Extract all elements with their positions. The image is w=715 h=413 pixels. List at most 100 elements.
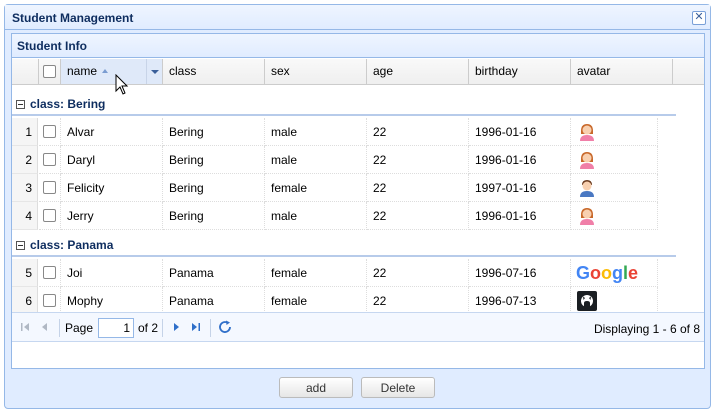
row-checkbox[interactable] [43, 294, 56, 307]
cell-class: Bering [163, 202, 265, 230]
page-label: Page [65, 321, 94, 335]
row-checkbox-cell [39, 259, 61, 287]
row-number: 1 [12, 118, 38, 146]
group-row-panama[interactable]: class: Panama [12, 233, 676, 257]
github-logo [577, 291, 597, 311]
row-checkbox-cell [39, 146, 61, 174]
row-checkbox[interactable] [43, 153, 56, 166]
page-count-label: of 2 [138, 321, 159, 335]
column-header-age[interactable]: age [367, 59, 469, 84]
google-logo: Google [576, 263, 638, 283]
cell-name: Daryl [61, 146, 163, 174]
cell-sex: male [265, 118, 367, 146]
cell-class: Bering [163, 174, 265, 202]
svg-text:Google: Google [576, 263, 638, 283]
cell-name: Jerry [61, 202, 163, 230]
column-header-birthday[interactable]: birthday [469, 59, 571, 84]
cell-age: 22 [367, 146, 469, 174]
pagination-bar: Page of 2 Displaying 1 - 6 of 8 [12, 312, 704, 342]
female-avatar-icon [580, 208, 594, 225]
cell-name: Mophy [61, 287, 163, 315]
panel-header: Student Info [12, 34, 704, 58]
dialog-footer: add Delete [5, 374, 710, 406]
window-title: Student Management [12, 11, 134, 25]
table-row[interactable]: 6 Mophy Panama female 22 1996-07-13 [12, 287, 658, 315]
female-avatar-icon [580, 152, 594, 169]
cell-sex: male [265, 146, 367, 174]
first-page-icon[interactable] [17, 319, 33, 335]
cell-avatar [571, 202, 658, 230]
cell-birthday: 1996-01-16 [469, 202, 571, 230]
cell-name: Felicity [61, 174, 163, 202]
grid-body: class: Bering 1 Alvar Bering male 22 199… [12, 86, 704, 315]
table-row[interactable]: 5 Joi Panama female 22 1996-07-16 Google [12, 259, 658, 287]
add-button[interactable]: add [279, 377, 353, 398]
male-avatar-icon [580, 180, 594, 197]
row-checkbox[interactable] [43, 181, 56, 194]
pager-separator [162, 319, 163, 337]
last-page-icon[interactable] [188, 319, 204, 335]
delete-button[interactable]: Delete [361, 377, 435, 398]
cell-sex: male [265, 202, 367, 230]
row-number: 4 [12, 202, 38, 230]
cell-name: Alvar [61, 118, 163, 146]
pager-separator [210, 319, 211, 337]
row-checkbox[interactable] [43, 209, 56, 222]
table-row[interactable]: 2 Daryl Bering male 22 1996-01-16 [12, 146, 658, 174]
row-checkbox-cell [39, 287, 61, 315]
cell-sex: female [265, 174, 367, 202]
table-row[interactable]: 4 Jerry Bering male 22 1996-01-16 [12, 202, 658, 230]
close-icon[interactable]: ✕ [692, 11, 706, 25]
group-label: class: Bering [30, 97, 106, 111]
cell-avatar [571, 146, 658, 174]
page-number-input[interactable] [98, 318, 134, 338]
row-checkbox[interactable] [43, 125, 56, 138]
row-number: 6 [12, 287, 38, 315]
column-header-name[interactable]: name [61, 59, 163, 84]
cell-avatar [571, 287, 658, 315]
next-page-icon[interactable] [168, 319, 184, 335]
cell-name: Joi [61, 259, 163, 287]
cell-avatar [571, 174, 658, 202]
row-checkbox-cell [39, 174, 61, 202]
select-all-header [39, 59, 61, 84]
refresh-icon[interactable] [217, 319, 233, 335]
cell-birthday: 1996-07-16 [469, 259, 571, 287]
collapse-group-icon[interactable] [16, 100, 25, 109]
column-header-sex[interactable]: sex [265, 59, 367, 84]
cell-age: 22 [367, 202, 469, 230]
column-menu-dropdown-icon[interactable] [146, 59, 162, 84]
row-number: 3 [12, 174, 38, 202]
cell-class: Bering [163, 118, 265, 146]
display-range-text: Displaying 1 - 6 of 8 [593, 322, 700, 336]
cell-sex: female [265, 259, 367, 287]
row-checkbox[interactable] [43, 266, 56, 279]
select-all-checkbox[interactable] [43, 65, 56, 78]
cell-birthday: 1997-01-16 [469, 174, 571, 202]
pager-separator [59, 319, 60, 337]
cell-age: 22 [367, 259, 469, 287]
group-row-bering[interactable]: class: Bering [12, 92, 676, 116]
panel-title: Student Info [17, 39, 87, 53]
row-number: 5 [12, 259, 38, 287]
row-checkbox-cell [39, 118, 61, 146]
collapse-group-icon[interactable] [16, 241, 25, 250]
column-header-name-label: name [67, 64, 98, 78]
cell-age: 22 [367, 174, 469, 202]
cell-avatar: Google [571, 259, 658, 287]
row-checkbox-cell [39, 202, 61, 230]
window-header[interactable]: Student Management ✕ [5, 5, 710, 30]
column-header-avatar[interactable]: avatar [571, 59, 673, 84]
sort-ascending-icon [102, 69, 109, 73]
group-label: class: Panama [30, 238, 114, 252]
column-header-class[interactable]: class [163, 59, 265, 84]
cell-avatar [571, 118, 658, 146]
cell-age: 22 [367, 118, 469, 146]
student-info-panel: Student Info name class sex age birthday… [11, 33, 705, 369]
cell-birthday: 1996-01-16 [469, 118, 571, 146]
cell-sex: female [265, 287, 367, 315]
previous-page-icon[interactable] [37, 319, 53, 335]
female-avatar-icon [580, 124, 594, 141]
table-row[interactable]: 1 Alvar Bering male 22 1996-01-16 [12, 118, 658, 146]
table-row[interactable]: 3 Felicity Bering female 22 1997-01-16 [12, 174, 658, 202]
